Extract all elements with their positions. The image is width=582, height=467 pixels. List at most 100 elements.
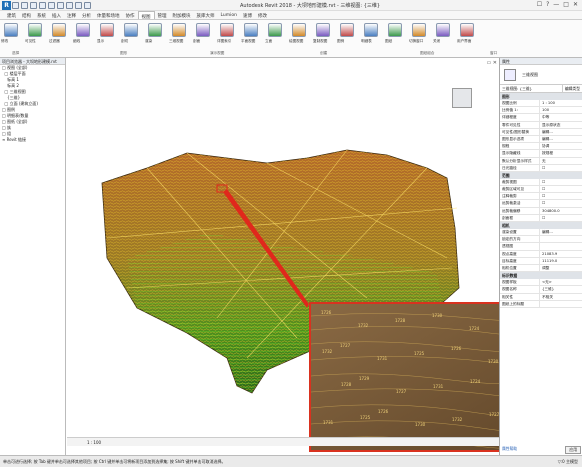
sheet-icon[interactable] xyxy=(388,23,402,37)
property-value[interactable]: 100 xyxy=(539,107,582,114)
window-control[interactable]: ☐ xyxy=(537,1,542,8)
tab-7[interactable]: 协作 xyxy=(123,11,138,19)
contour-elevation-label: 1731 xyxy=(377,356,388,361)
elevation-icon[interactable] xyxy=(268,23,282,37)
properties-section[interactable]: 相机 xyxy=(500,222,582,229)
cut-icon[interactable] xyxy=(196,23,210,37)
save-icon[interactable] xyxy=(21,2,28,9)
tab-5[interactable]: 分析 xyxy=(79,11,94,19)
apply-button[interactable]: 应用 xyxy=(565,446,581,454)
legend-icon[interactable] xyxy=(340,23,354,37)
contour-elevation-label: 1732 xyxy=(358,323,369,328)
property-value[interactable]: 编辑... xyxy=(539,229,582,236)
property-value[interactable]: {三维} xyxy=(539,286,582,293)
tab-3[interactable]: 插入 xyxy=(49,11,64,19)
minimize-button[interactable]: — xyxy=(553,1,559,8)
tab-10[interactable]: 附加模块 xyxy=(170,11,194,19)
tab-0[interactable]: 建筑 xyxy=(4,11,19,19)
show-icon[interactable] xyxy=(100,23,114,37)
ribbon-button-label: 关闭 xyxy=(433,39,441,43)
render-icon[interactable] xyxy=(148,23,162,37)
ribbon-group-label: 选择 xyxy=(12,51,20,55)
tab-13[interactable]: 速博 xyxy=(240,11,255,19)
schedule-icon[interactable] xyxy=(364,23,378,37)
property-value[interactable]: 调整 xyxy=(539,264,582,272)
property-row: 相关性 不相关 xyxy=(500,293,582,301)
tab-11[interactable]: 族库大师 xyxy=(194,11,218,19)
property-value[interactable]: 协调 xyxy=(539,143,582,150)
property-value[interactable]: 304800.0 xyxy=(539,207,582,214)
property-value[interactable]: 按规程 xyxy=(539,150,582,157)
filter-icon[interactable] xyxy=(52,23,66,37)
tab-2[interactable]: 系统 xyxy=(34,11,49,19)
property-value[interactable]: ☐ xyxy=(539,193,582,200)
undo-icon[interactable] xyxy=(39,2,46,9)
property-value[interactable]: 显示原状态 xyxy=(539,121,582,128)
tab-1[interactable]: 结构 xyxy=(19,11,34,19)
property-value[interactable]: <无> xyxy=(539,279,582,286)
properties-section[interactable]: 图形 xyxy=(500,93,582,100)
open-icon[interactable] xyxy=(12,2,19,9)
property-value[interactable]: 不相关 xyxy=(539,293,582,300)
property-value[interactable]: 无 xyxy=(539,157,582,164)
duplicate-icon[interactable] xyxy=(316,23,330,37)
properties-section[interactable]: 范围 xyxy=(500,171,582,179)
plan-icon[interactable] xyxy=(244,23,258,37)
view-scale[interactable]: 1 : 100 xyxy=(87,440,101,445)
tab-9[interactable]: 管理 xyxy=(155,11,170,19)
property-value[interactable]: ☐ xyxy=(539,178,582,186)
close-button[interactable]: ✕ xyxy=(573,1,578,8)
property-value[interactable]: 11119.0 xyxy=(539,257,582,264)
property-value[interactable]: 编辑... xyxy=(539,128,582,135)
property-value[interactable] xyxy=(539,243,582,250)
contour-elevation-label: 1726 xyxy=(378,409,389,414)
property-value[interactable]: ☐ xyxy=(539,200,582,207)
help-icon[interactable]: ? xyxy=(546,1,549,8)
callout-icon[interactable] xyxy=(220,23,234,37)
ribbon-button-label: 过滤器 xyxy=(49,39,60,43)
property-value[interactable]: 21083.9 xyxy=(539,250,582,257)
properties-help-link[interactable]: 属性帮助 xyxy=(502,446,517,454)
eye-icon[interactable] xyxy=(28,23,42,37)
3d-view-icon[interactable] xyxy=(84,2,91,9)
property-value[interactable]: 编辑... xyxy=(539,135,582,143)
close-window-icon[interactable] xyxy=(436,23,450,37)
tab-6[interactable]: 体量和场地 xyxy=(94,11,123,19)
redo-icon[interactable] xyxy=(48,2,55,9)
measure-icon[interactable] xyxy=(66,2,73,9)
maximize-button[interactable]: □ xyxy=(563,1,569,8)
property-row: 锁定的方向 xyxy=(500,236,582,244)
edit-type-button[interactable]: 编辑类型 xyxy=(561,85,582,92)
arrow-icon[interactable] xyxy=(4,23,18,37)
property-row: 显示隐藏线 按规程 xyxy=(500,150,582,158)
tab-14[interactable]: 修改 xyxy=(255,11,270,19)
revit-logo-icon[interactable]: R xyxy=(2,1,11,10)
window-icon[interactable] xyxy=(412,23,426,37)
tab-4[interactable]: 注释 xyxy=(64,11,79,19)
line-icon[interactable] xyxy=(76,23,90,37)
cube-icon[interactable] xyxy=(172,23,186,37)
ui-icon[interactable] xyxy=(460,23,474,37)
print-icon[interactable] xyxy=(57,2,64,9)
properties-section[interactable]: 标识数据 xyxy=(500,272,582,280)
ribbon-button-label: 图纸 xyxy=(385,39,393,43)
contour-detail-inset: 1726173217281730172417331729172717311725… xyxy=(309,302,499,452)
property-row: 视图比例 1 : 100 xyxy=(500,100,582,108)
property-value[interactable]: 中等 xyxy=(539,114,582,121)
tab-8[interactable]: 视图 xyxy=(137,11,155,20)
property-key: 显示隐藏线 xyxy=(502,151,521,156)
type-selector[interactable]: 三维视图: {三维} xyxy=(500,85,562,92)
property-value[interactable]: ☐ xyxy=(539,186,582,193)
property-value[interactable]: ☐ xyxy=(539,164,582,171)
property-value[interactable]: 1 : 100 xyxy=(539,100,582,107)
section-icon[interactable] xyxy=(124,23,138,37)
text-icon[interactable] xyxy=(75,2,82,9)
property-value[interactable]: ☐ xyxy=(539,214,582,221)
sync-icon[interactable] xyxy=(30,2,37,9)
tab-12[interactable]: Lumion xyxy=(218,11,241,19)
draw-icon[interactable] xyxy=(292,23,306,37)
property-value[interactable] xyxy=(539,300,582,307)
property-value[interactable] xyxy=(539,236,582,243)
tree-item[interactable]: ∞ Revit 链接 xyxy=(0,137,65,143)
3d-viewport[interactable]: ▭ ✕ 1726 1732 1728 1730 1724 1727 1731 1… xyxy=(67,58,499,455)
